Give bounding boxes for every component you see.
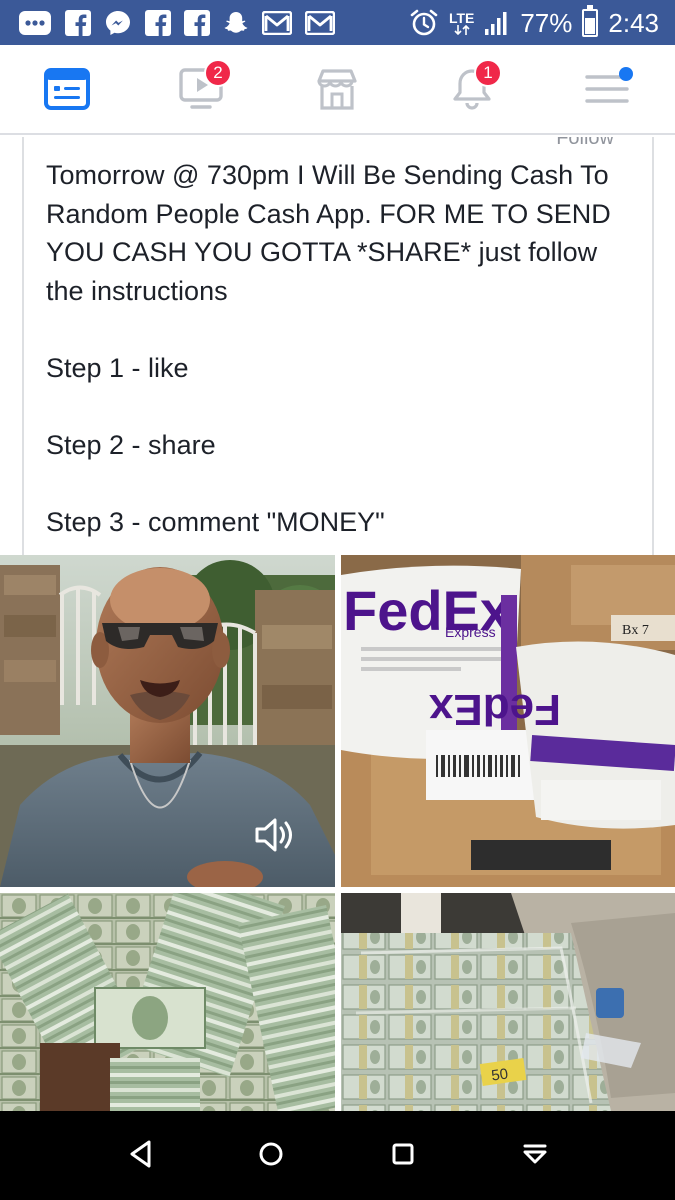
cash-bundles-car-photo[interactable]: 50 [341, 893, 675, 1111]
volume-icon[interactable] [250, 810, 300, 860]
home-icon [257, 1140, 285, 1173]
facebook-icon [145, 10, 171, 36]
tab-watch[interactable]: 2 [172, 59, 232, 117]
status-bar: LTE 77% 2:43 [0, 0, 675, 45]
overflow-dots-icon [18, 10, 52, 36]
alarm-icon [409, 8, 439, 38]
gmail-icon [262, 11, 292, 35]
snapchat-icon [223, 10, 249, 36]
network-type-label: LTE [448, 10, 475, 26]
messenger-icon [104, 9, 132, 37]
fedex-packages-photo[interactable]: Bx 7 FedEx Express FedEx [341, 555, 675, 887]
battery-percent: 77% [520, 7, 573, 38]
gmail-icon [305, 11, 335, 35]
facebook-tab-bar: 2 1 [0, 45, 675, 135]
post-paragraph-intro: Tomorrow @ 730pm I Will Be Sending Cash … [46, 160, 611, 306]
back-icon [127, 1139, 155, 1174]
tab-notifications[interactable]: 1 [442, 59, 502, 117]
battery-icon [582, 5, 599, 37]
notifications-badge: 1 [474, 59, 502, 87]
post-message: Tomorrow @ 730pm I Will Be Sending Cash … [46, 156, 636, 541]
tab-menu[interactable] [577, 65, 637, 117]
marketplace-icon [314, 67, 360, 116]
tab-news-feed[interactable] [37, 65, 97, 117]
recents-icon [390, 1141, 416, 1172]
post-card: Follow Tomorrow @ 730pm I Will Be Sendin… [22, 137, 654, 555]
recents-button[interactable] [380, 1133, 426, 1179]
cash-stacks-photo[interactable] [0, 893, 335, 1111]
notifications-pull-button[interactable] [512, 1133, 558, 1179]
clock: 2:43 [608, 7, 659, 38]
facebook-icon [184, 10, 210, 36]
lte-icon: LTE [449, 11, 474, 35]
status-system-icons: LTE 77% 2:43 [409, 5, 659, 39]
home-button[interactable] [248, 1133, 294, 1179]
follow-link[interactable]: Follow [556, 137, 614, 150]
post-paragraph-step-3: Step 3 - comment "MONEY" [46, 506, 385, 537]
status-notification-icons [18, 7, 335, 39]
signal-icon [484, 10, 510, 36]
video-selfie-photo[interactable] [0, 555, 335, 887]
cash-sticker-text: 50 [490, 1065, 509, 1084]
post-photo-grid: Bx 7 FedEx Express FedEx 50 [0, 555, 675, 1111]
watch-badge: 2 [204, 59, 232, 87]
notifications-pull-icon [521, 1141, 549, 1172]
android-navigation-bar [0, 1111, 675, 1200]
post-paragraph-step-1: Step 1 - like [46, 352, 189, 383]
back-button[interactable] [118, 1133, 164, 1179]
post-paragraph-step-2: Step 2 - share [46, 429, 216, 460]
menu-new-dot [619, 67, 633, 81]
fedex-brand-text-inverted: FedEx [428, 685, 561, 734]
tab-marketplace[interactable] [307, 65, 367, 117]
facebook-icon [65, 10, 91, 36]
news-feed-icon [44, 67, 90, 115]
box-label: Bx 7 [622, 623, 649, 638]
fedex-express-text: Express [445, 624, 496, 640]
